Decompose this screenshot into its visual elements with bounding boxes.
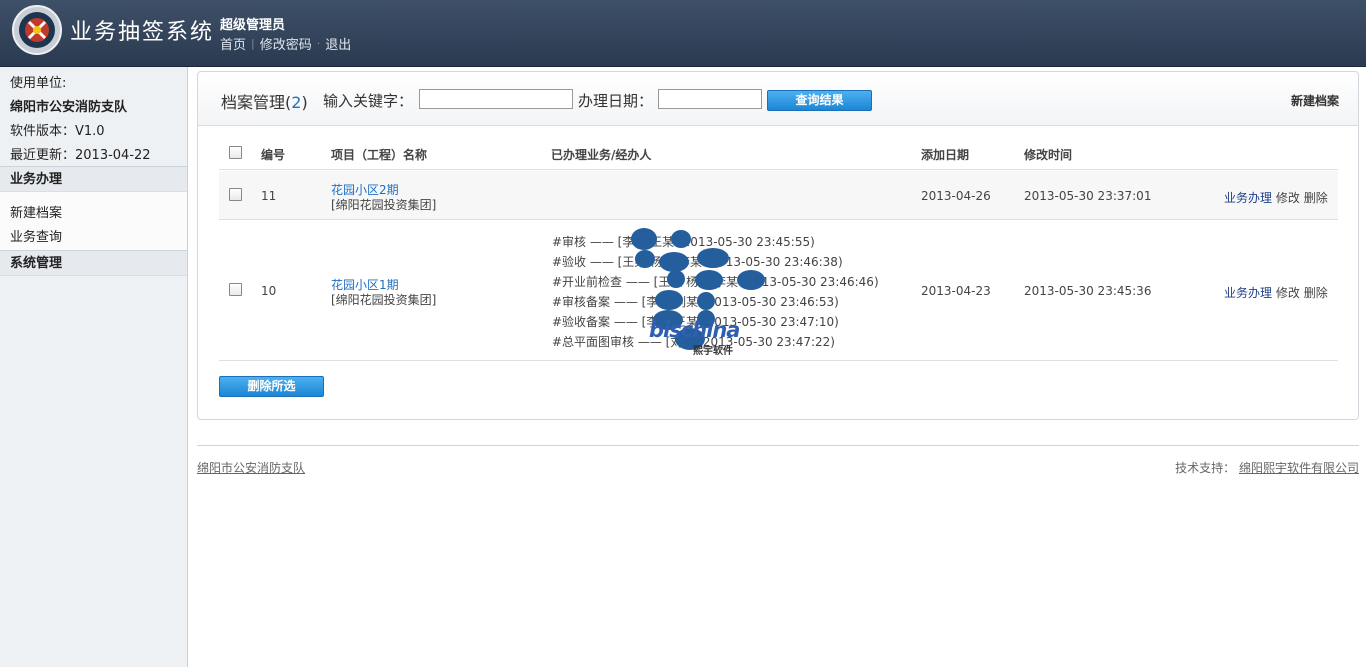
- added-date: 2013-04-26: [921, 189, 991, 203]
- row-id: 10: [261, 284, 277, 298]
- redaction-mask: [671, 230, 691, 248]
- redaction-mask: [697, 292, 715, 310]
- app-title: 业务抽签系统: [70, 20, 215, 45]
- unit-name: 绵阳市公安消防支队: [10, 100, 128, 115]
- delete-link[interactable]: 删除: [1304, 191, 1328, 205]
- col-modified-time: 修改时间: [1024, 148, 1073, 162]
- new-record-button[interactable]: 新建档案: [1291, 92, 1339, 109]
- redaction-mask: [695, 270, 723, 290]
- footer-divider: [197, 445, 1359, 446]
- delete-selected-button[interactable]: 删除所选: [219, 376, 324, 397]
- select-all-checkbox[interactable]: [229, 146, 242, 159]
- redaction-mask: [667, 270, 685, 288]
- row-checkbox[interactable]: [229, 283, 242, 296]
- table-row: 11 花园小区2期 [绵阳花园投资集团] 2013-04-26 2013-05-…: [219, 171, 1338, 220]
- sidebar-item-new-record[interactable]: 新建档案: [10, 202, 62, 221]
- row-checkbox[interactable]: [229, 188, 242, 201]
- logout-link[interactable]: 退出: [325, 34, 351, 53]
- project-company: [绵阳花园投资集团]: [331, 198, 437, 212]
- nav-separator: ·: [316, 37, 321, 50]
- row-actions: 业务办理 修改 删除: [1224, 284, 1328, 301]
- page-title-text: 档案管理: [221, 93, 286, 112]
- edit-link[interactable]: 修改: [1276, 286, 1300, 300]
- sidebar: 使用单位: 绵阳市公安消防支队 软件版本：V1.0 最近更新：2013-04-2…: [0, 67, 188, 667]
- log-line: #审核备案 —— [李某 刘某 (2013-05-30 23:46:53): [552, 295, 839, 309]
- sidebar-section-business[interactable]: 业务办理: [0, 166, 187, 192]
- date-label: 办理日期：: [578, 92, 654, 110]
- footer-support: 技术支持： 绵阳熙宇软件有限公司: [1175, 459, 1359, 476]
- user-role: 超级管理员: [220, 18, 286, 33]
- search-button[interactable]: 查询结果: [767, 90, 872, 111]
- table-row: 10 花园小区1期 [绵阳花园投资集团] #审核 —— [李某 王某 (2013…: [219, 220, 1338, 361]
- nav-separator: |: [251, 37, 255, 50]
- last-update: 最近更新：2013-04-22: [10, 148, 151, 163]
- handle-business-link[interactable]: 业务办理: [1224, 286, 1272, 300]
- col-added-date: 添加日期: [921, 148, 970, 162]
- date-input[interactable]: [658, 89, 762, 109]
- watermark-subtext: 熙宇软件: [693, 346, 733, 357]
- watermark-logo: bischina: [649, 318, 740, 342]
- project-company: [绵阳花园投资集团]: [331, 293, 437, 307]
- page-title: 档案管理(2): [221, 93, 308, 112]
- edit-link[interactable]: 修改: [1276, 191, 1300, 205]
- sidebar-business-items: 新建档案 业务查询: [0, 192, 187, 250]
- modified-time: 2013-05-30 23:37:01: [1024, 189, 1152, 203]
- unit-label: 使用单位:: [10, 76, 67, 91]
- redaction-mask: [737, 270, 765, 290]
- top-nav: 首页 | 修改密码 · 退出: [220, 34, 351, 53]
- record-count: 2: [291, 93, 302, 112]
- sidebar-item-business-query[interactable]: 业务查询: [10, 226, 62, 245]
- fire-police-emblem-icon: [12, 5, 62, 55]
- redaction-mask: [697, 248, 729, 268]
- col-id: 编号: [261, 148, 286, 162]
- change-password-link[interactable]: 修改密码: [260, 34, 312, 53]
- added-date: 2013-04-23: [921, 284, 991, 298]
- redaction-mask: [631, 228, 657, 250]
- toolbar: 档案管理(2) 输入关键字： 办理日期： 查询结果 新建档案: [198, 72, 1358, 126]
- col-project-name: 项目（工程）名称: [331, 148, 428, 162]
- modified-time: 2013-05-30 23:45:36: [1024, 284, 1152, 298]
- col-business-handlers: 已办理业务/经办人: [551, 148, 652, 162]
- records-panel: 档案管理(2) 输入关键字： 办理日期： 查询结果 新建档案 编号 项目（工程）…: [197, 71, 1359, 420]
- keyword-input[interactable]: [419, 89, 573, 109]
- sidebar-section-system[interactable]: 系统管理: [0, 250, 187, 276]
- handle-business-link[interactable]: 业务办理: [1224, 191, 1272, 205]
- table-header: 编号 项目（工程）名称 已办理业务/经办人 添加日期 修改时间: [219, 134, 1338, 170]
- footer-unit-link[interactable]: 绵阳市公安消防支队: [197, 459, 305, 476]
- redaction-mask: [655, 290, 683, 310]
- row-id: 11: [261, 189, 277, 203]
- support-label: 技术支持：: [1175, 461, 1236, 475]
- row-actions: 业务办理 修改 删除: [1224, 189, 1328, 206]
- keyword-label: 输入关键字：: [323, 92, 414, 110]
- delete-link[interactable]: 删除: [1304, 286, 1328, 300]
- app-header: 业务抽签系统 超级管理员 首页 | 修改密码 · 退出: [0, 0, 1366, 67]
- software-version: 软件版本：V1.0: [10, 124, 105, 139]
- support-company-link[interactable]: 绵阳熙宇软件有限公司: [1239, 461, 1359, 475]
- home-link[interactable]: 首页: [220, 34, 246, 53]
- redaction-mask: [659, 252, 689, 272]
- redaction-mask: [635, 250, 655, 268]
